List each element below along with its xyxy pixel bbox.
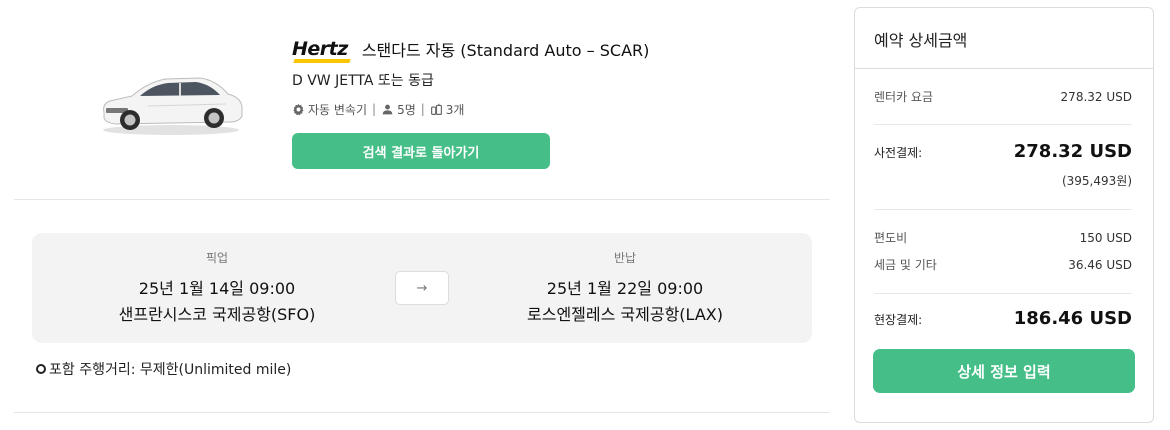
price-panel: 예약 상세금액 렌터카 요금 278.32 USD 사전결제: 278.32 U… [854,7,1154,423]
arrow-right-icon: → [395,271,449,305]
tax-value: 36.46 USD [1068,258,1132,272]
enter-details-button[interactable]: 상세 정보 입력 [873,349,1135,393]
gear-icon [293,103,304,115]
car-specs: 자동 변속기 | 5명 | 3개 [292,101,649,117]
onsite-payment-row: 현장결제: 186.46 USD [874,308,1132,329]
car-model: D VW JETTA 또는 동급 [292,73,434,89]
tax-row: 세금 및 기타 36.46 USD [874,256,1132,273]
prepay-value: 278.32 USD [1013,141,1132,162]
return-location: 로스엔젤레스 국제공항(LAX) [527,305,723,324]
route-box: 픽업 25년 1월 14일 09:00 샌프란시스코 국제공항(SFO) → 반… [32,233,812,343]
return-info: 반납 25년 1월 22일 09:00 로스엔젤레스 국제공항(LAX) [455,233,795,324]
luggage-icon [430,103,442,115]
car-title-row: Hertz 스탠다드 자동 (Standard Auto – SCAR) [292,36,649,62]
onsite-payment-value: 186.46 USD [1013,308,1132,329]
mileage-text: 포함 주행거리: 무제한(Unlimited mile) [49,362,292,378]
price-divider [874,124,1132,125]
pickup-info: 픽업 25년 1월 14일 09:00 샌프란시스코 국제공항(SFO) [47,233,387,324]
one-way-fee-label: 편도비 [874,231,908,245]
pickup-label: 픽업 [205,251,229,265]
section-divider [14,412,830,413]
transmission-text: 자동 변속기 [308,102,368,117]
price-panel-title: 예약 상세금액 [855,8,1153,69]
one-way-fee-row: 편도비 150 USD [874,229,1132,246]
bags-text: 3개 [445,102,465,117]
rental-fee-label: 렌터카 요금 [874,90,934,104]
rental-fee-row: 렌터카 요금 278.32 USD [874,88,1132,105]
prepay-label: 사전결제: [874,146,923,160]
spec-separator: | [420,102,425,116]
return-date: 25년 1월 22일 09:00 [546,279,704,298]
prepay-krw: (395,493원) [1061,174,1132,188]
back-to-results-button[interactable]: 검색 결과로 돌아가기 [292,133,550,169]
pickup-location: 샌프란시스코 국제공항(SFO) [118,305,316,324]
onsite-payment-label: 현장결제: [874,313,923,327]
car-image [103,77,243,135]
person-icon [382,104,393,114]
seats-text: 5명 [397,102,416,117]
spec-separator: | [372,102,377,116]
tax-label: 세금 및 기타 [874,258,937,272]
pickup-date: 25년 1월 14일 09:00 [138,279,296,298]
price-divider [874,293,1132,294]
mileage-info: 포함 주행거리: 무제한(Unlimited mile) [36,359,291,379]
car-title: 스탠다드 자동 (Standard Auto – SCAR) [361,41,650,60]
prepay-row: 사전결제: 278.32 USD [874,141,1132,162]
price-divider [874,209,1132,210]
return-label: 반납 [613,251,637,265]
circle-bullet-icon [36,364,46,374]
one-way-fee-value: 150 USD [1079,231,1132,245]
rental-fee-value: 278.32 USD [1060,90,1132,104]
car-summary: Hertz 스탠다드 자동 (Standard Auto – SCAR) D V… [14,0,830,200]
car-info: Hertz 스탠다드 자동 (Standard Auto – SCAR) D V… [292,36,649,117]
brand-logo: Hertz [292,38,348,60]
